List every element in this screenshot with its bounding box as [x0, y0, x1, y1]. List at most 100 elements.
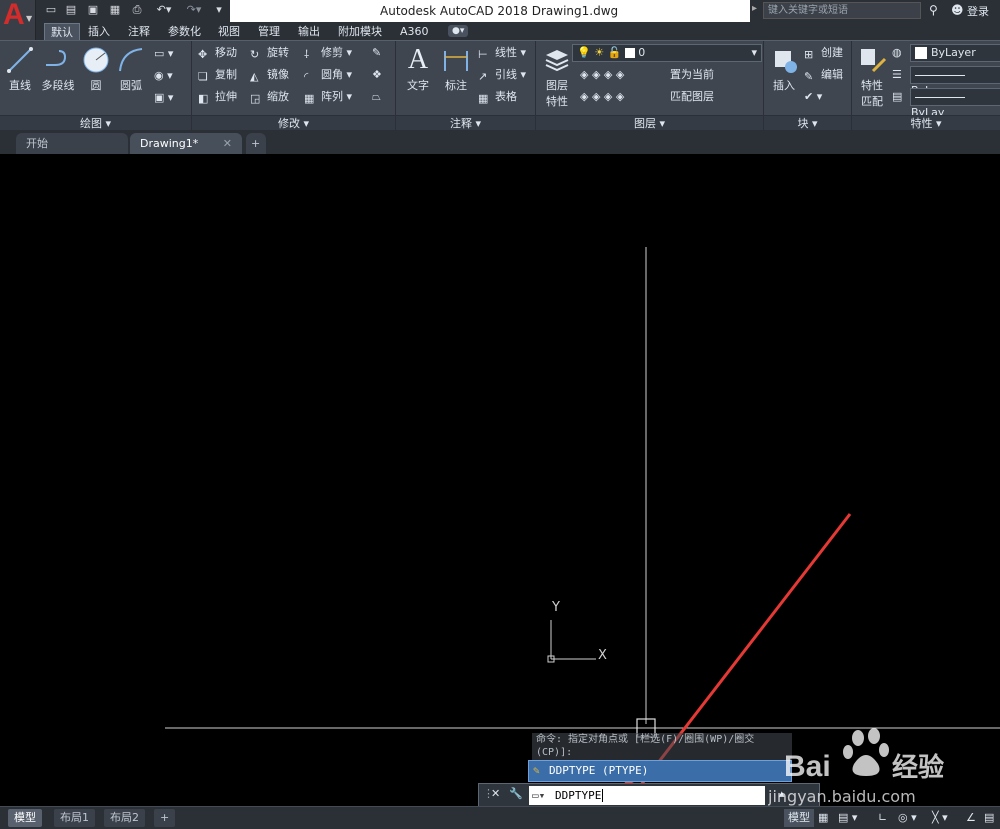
autocomplete-suggestion[interactable]: ✎ DDPTYPE (PTYPE)	[528, 760, 792, 782]
lock-icon: 🔓	[607, 46, 622, 59]
layer-tools-row-2[interactable]: ◈ ◈ ◈ ◈	[580, 88, 624, 106]
lineweight-icon[interactable]: ▤	[892, 88, 902, 106]
drawing-canvas[interactable]: Y X	[0, 154, 1000, 806]
polar-tracking-icon[interactable]: ◎ ▾	[898, 809, 917, 827]
tab-addins[interactable]: 附加模块	[332, 23, 388, 40]
layer-properties-label-2: 特性	[546, 95, 568, 108]
linetype-dropdown[interactable]: ByLay	[910, 66, 1000, 97]
edit-block-button[interactable]: ✎ 编辑	[804, 66, 843, 84]
lineweight-toggle-icon[interactable]: ▤	[984, 809, 994, 827]
snap-icon[interactable]: ▤ ▾	[838, 809, 857, 827]
redo-icon[interactable]: ↷▾	[182, 3, 206, 17]
tab-insert[interactable]: 插入	[82, 23, 116, 40]
linear-button[interactable]: ⊢ 线性 ▾	[478, 44, 526, 62]
file-tab-drawing1[interactable]: Drawing1* ✕	[130, 133, 242, 154]
text-button[interactable]: A 文字	[402, 45, 434, 93]
wrench-icon[interactable]: 🔧	[509, 787, 523, 800]
application-menu-button[interactable]: A ▼	[0, 0, 36, 40]
lineweight-dropdown[interactable]: ByLay	[910, 88, 1000, 119]
tab-output[interactable]: 输出	[292, 23, 326, 40]
set-current-button[interactable]: 置为当前	[670, 66, 714, 84]
new-tab-button[interactable]: +	[246, 133, 266, 154]
add-layout-button[interactable]: +	[154, 809, 176, 827]
tab-annotate[interactable]: 注释	[122, 23, 156, 40]
ortho-icon[interactable]: ∟	[878, 809, 887, 827]
close-icon[interactable]: ✕	[491, 787, 500, 800]
object-snap-tracking-icon[interactable]: ∠	[966, 809, 976, 827]
save-as-icon[interactable]: ▦	[108, 3, 122, 17]
qat-customize-icon[interactable]: ▾	[212, 3, 226, 17]
match-layer-button[interactable]: 匹配图层	[670, 88, 714, 106]
layout-tab-model[interactable]: 模型	[8, 809, 42, 827]
tab-view[interactable]: 视图	[212, 23, 246, 40]
tab-manage[interactable]: 管理	[252, 23, 286, 40]
match-properties-button[interactable]: 特性 匹配	[856, 45, 888, 109]
color-dropdown[interactable]: ByLayer	[910, 44, 1000, 62]
color-wheel-icon[interactable]: ◍	[892, 44, 902, 62]
copy-icon: ❏	[198, 70, 208, 83]
save-icon[interactable]: ▣	[86, 3, 100, 17]
arc-button[interactable]: 圆弧	[114, 45, 148, 93]
linetype-icon[interactable]: ☰	[892, 66, 902, 84]
layer-dropdown[interactable]: 💡 ☀ 🔓 0 ▾	[572, 44, 762, 62]
line-button[interactable]: 直线	[4, 45, 36, 93]
erase-icon[interactable]: ✎	[372, 44, 381, 62]
close-icon[interactable]: ✕	[223, 133, 232, 154]
explode-icon[interactable]: ❖	[372, 66, 382, 84]
annotation-panel-footer[interactable]: 注释 ▾	[396, 115, 535, 131]
undo-icon[interactable]: ↶▾	[152, 3, 176, 17]
command-input[interactable]: ▭▾ DDPTYPE	[529, 786, 765, 805]
properties-panel-footer[interactable]: 特性 ▾	[852, 115, 1000, 131]
isodraft-icon[interactable]: ╳ ▾	[932, 809, 948, 827]
array-button[interactable]: ▦ 阵列 ▾	[304, 88, 352, 106]
mirror-button[interactable]: ◭ 镜像	[250, 66, 289, 84]
fillet-button[interactable]: ◜ 圆角 ▾	[304, 66, 352, 84]
grid-icon[interactable]: ▦	[818, 809, 828, 827]
modify-panel: ✥ 移动 ↻ 旋转 ⸸ 修剪 ▾ ❏ 复制 ◭ 镜像 ◜ 圆角 ▾ ◧ 拉伸 ◲ 缩放 ▦ 阵列 …	[192, 41, 396, 131]
search-input[interactable]: 键入关键字或短语	[763, 2, 921, 19]
hatch-button[interactable]: ◉ ▾	[154, 67, 173, 85]
circle-button[interactable]: 圆	[80, 45, 112, 93]
match-properties-label-1: 特性	[861, 79, 883, 92]
rotate-button[interactable]: ↻ 旋转	[250, 44, 289, 62]
login-button[interactable]: 登录	[967, 3, 989, 19]
leader-button[interactable]: ↗ 引线 ▾	[478, 66, 526, 84]
file-tab-start[interactable]: 开始	[16, 133, 128, 154]
user-icon[interactable]: ☻	[951, 3, 964, 17]
ribbon-toggle-icon[interactable]: ●▾	[448, 25, 469, 37]
block-attributes-button[interactable]: ✔ ▾	[804, 88, 822, 106]
autocad-logo-icon: A	[3, 0, 25, 31]
copy-button[interactable]: ❏ 复制	[198, 66, 237, 84]
new-file-icon[interactable]: ▭	[44, 3, 58, 17]
stretch-button[interactable]: ◧ 拉伸	[198, 88, 237, 106]
table-button[interactable]: ▦ 表格	[478, 88, 517, 106]
tab-parametric[interactable]: 参数化	[162, 23, 207, 40]
layer-tools-row-1[interactable]: ◈ ◈ ◈ ◈	[580, 66, 624, 84]
tab-default[interactable]: 默认	[44, 23, 80, 40]
polyline-button[interactable]: 多段线	[38, 45, 78, 93]
layout-tab-layout1[interactable]: 布局1	[54, 809, 95, 827]
text-icon: A	[407, 44, 429, 75]
dimension-button[interactable]: 标注	[440, 45, 472, 93]
scale-button[interactable]: ◲ 缩放	[250, 88, 289, 106]
insert-block-button[interactable]: 插入	[768, 45, 800, 93]
create-block-button[interactable]: ⊞ 创建	[804, 44, 843, 62]
layer-properties-button[interactable]: 图层 特性	[540, 45, 574, 109]
command-history-line: (CP)]:	[536, 747, 573, 758]
layout-tab-layout2[interactable]: 布局2	[104, 809, 145, 827]
draw-panel-footer[interactable]: 绘图 ▾	[0, 115, 191, 131]
rectangle-button[interactable]: ▭ ▾	[154, 45, 173, 63]
print-icon[interactable]: ⎙	[130, 3, 144, 17]
trim-button[interactable]: ⸸ 修剪 ▾	[304, 44, 352, 62]
boundary-button[interactable]: ▣ ▾	[154, 89, 173, 107]
tab-a360[interactable]: A360	[394, 23, 435, 40]
layers-panel-footer[interactable]: 图层 ▾	[536, 115, 763, 131]
model-space-button[interactable]: 模型	[784, 809, 814, 827]
open-file-icon[interactable]: ▤	[64, 3, 78, 17]
offset-icon[interactable]: ⏢	[372, 88, 381, 106]
binoculars-icon[interactable]: ⚲	[929, 3, 938, 17]
modify-panel-footer[interactable]: 修改 ▾	[192, 115, 395, 131]
block-panel-footer[interactable]: 块 ▾	[764, 115, 851, 131]
file-tab-bar: 开始 Drawing1* ✕ +	[0, 130, 1000, 154]
move-button[interactable]: ✥ 移动	[198, 44, 237, 62]
